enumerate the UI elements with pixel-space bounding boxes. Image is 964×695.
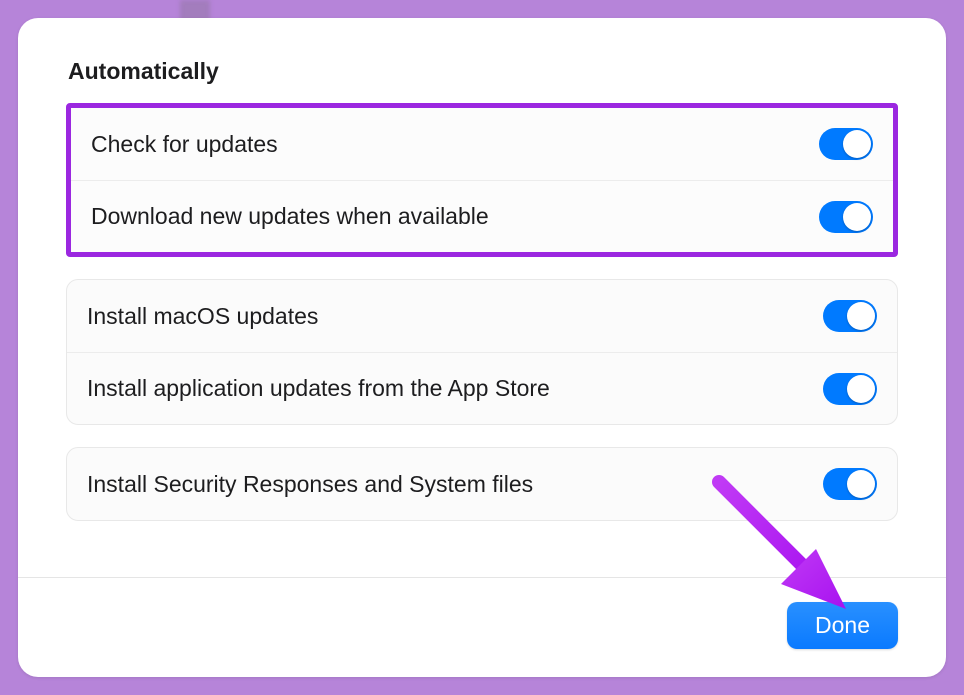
settings-group-install: Install macOS updates Install applicatio… xyxy=(66,279,898,425)
row-download-new-updates: Download new updates when available xyxy=(71,180,893,252)
toggle-knob xyxy=(847,375,875,403)
toggle-install-security-responses[interactable] xyxy=(823,468,877,500)
label-install-app-store-updates: Install application updates from the App… xyxy=(87,375,550,402)
label-install-security-responses: Install Security Responses and System fi… xyxy=(87,471,533,498)
row-install-macos-updates: Install macOS updates xyxy=(67,280,897,352)
row-install-app-store-updates: Install application updates from the App… xyxy=(67,352,897,424)
sheet-content: Automatically Check for updates Download… xyxy=(18,18,946,577)
settings-group-security: Install Security Responses and System fi… xyxy=(66,447,898,521)
toggle-install-macos-updates[interactable] xyxy=(823,300,877,332)
done-button[interactable]: Done xyxy=(787,602,898,649)
toggle-knob xyxy=(847,302,875,330)
toggle-download-new-updates[interactable] xyxy=(819,201,873,233)
toggle-knob xyxy=(847,470,875,498)
toggle-knob xyxy=(843,130,871,158)
settings-sheet: Automatically Check for updates Download… xyxy=(18,18,946,677)
section-title-automatically: Automatically xyxy=(68,58,898,85)
row-check-for-updates: Check for updates xyxy=(71,108,893,180)
label-check-for-updates: Check for updates xyxy=(91,131,278,158)
toggle-install-app-store-updates[interactable] xyxy=(823,373,877,405)
toggle-check-for-updates[interactable] xyxy=(819,128,873,160)
toggle-knob xyxy=(843,203,871,231)
settings-group-highlighted: Check for updates Download new updates w… xyxy=(66,103,898,257)
label-download-new-updates: Download new updates when available xyxy=(91,203,489,230)
row-install-security-responses: Install Security Responses and System fi… xyxy=(67,448,897,520)
sheet-footer: Done xyxy=(18,577,946,677)
label-install-macos-updates: Install macOS updates xyxy=(87,303,318,330)
